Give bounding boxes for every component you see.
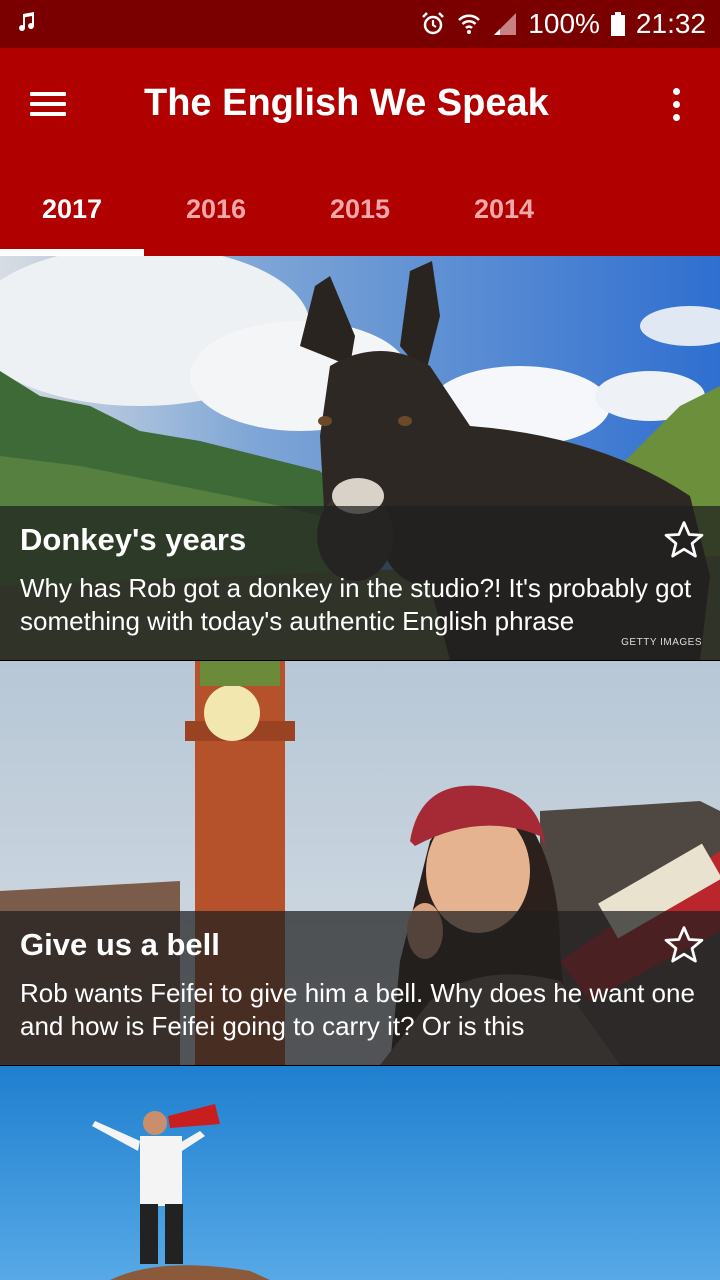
episode-description: Why has Rob got a donkey in the studio?!… bbox=[20, 573, 692, 636]
star-outline-icon[interactable] bbox=[662, 923, 706, 967]
music-note-icon bbox=[19, 12, 35, 32]
battery-icon bbox=[610, 12, 625, 36]
page-title: The English We Speak bbox=[144, 82, 549, 124]
app-bar: The English We Speak bbox=[0, 48, 720, 160]
battery-percentage: 100% bbox=[528, 8, 600, 39]
clock: 21:32 bbox=[635, 8, 706, 39]
alarm-icon bbox=[422, 12, 445, 35]
tab-2017[interactable]: 2017 bbox=[0, 160, 144, 256]
menu-button[interactable] bbox=[22, 78, 74, 130]
episode-description: Rob wants Feifei to give him a bell. Why… bbox=[20, 978, 695, 1041]
episode-card-megaphone[interactable] bbox=[0, 1066, 720, 1280]
episode-image-megaphone-man bbox=[0, 1066, 720, 1280]
episode-card-give-us-a-bell[interactable]: Give us a bell Rob wants Feifei to give … bbox=[0, 661, 720, 1065]
tab-2014[interactable]: 2014 bbox=[432, 160, 576, 256]
episode-caption: Donkey's years Why has Rob got a donkey … bbox=[0, 506, 720, 660]
episode-title: Donkey's years bbox=[20, 522, 247, 557]
star-outline-icon[interactable] bbox=[662, 518, 706, 562]
tab-2015[interactable]: 2015 bbox=[288, 160, 432, 256]
episode-caption: Give us a bell Rob wants Feifei to give … bbox=[0, 911, 720, 1065]
wifi-icon bbox=[458, 14, 481, 34]
year-tabs: 2017 2016 2015 2014 bbox=[0, 160, 720, 256]
signal-icon bbox=[494, 13, 517, 35]
status-bar: 100% 21:32 bbox=[0, 0, 720, 48]
episode-title: Give us a bell bbox=[20, 927, 220, 962]
image-credit: GETTY IMAGES bbox=[621, 637, 702, 648]
episode-card-donkeys-years[interactable]: Donkey's years Why has Rob got a donkey … bbox=[0, 256, 720, 660]
overflow-menu-button[interactable] bbox=[652, 78, 700, 130]
tab-2016[interactable]: 2016 bbox=[144, 160, 288, 256]
